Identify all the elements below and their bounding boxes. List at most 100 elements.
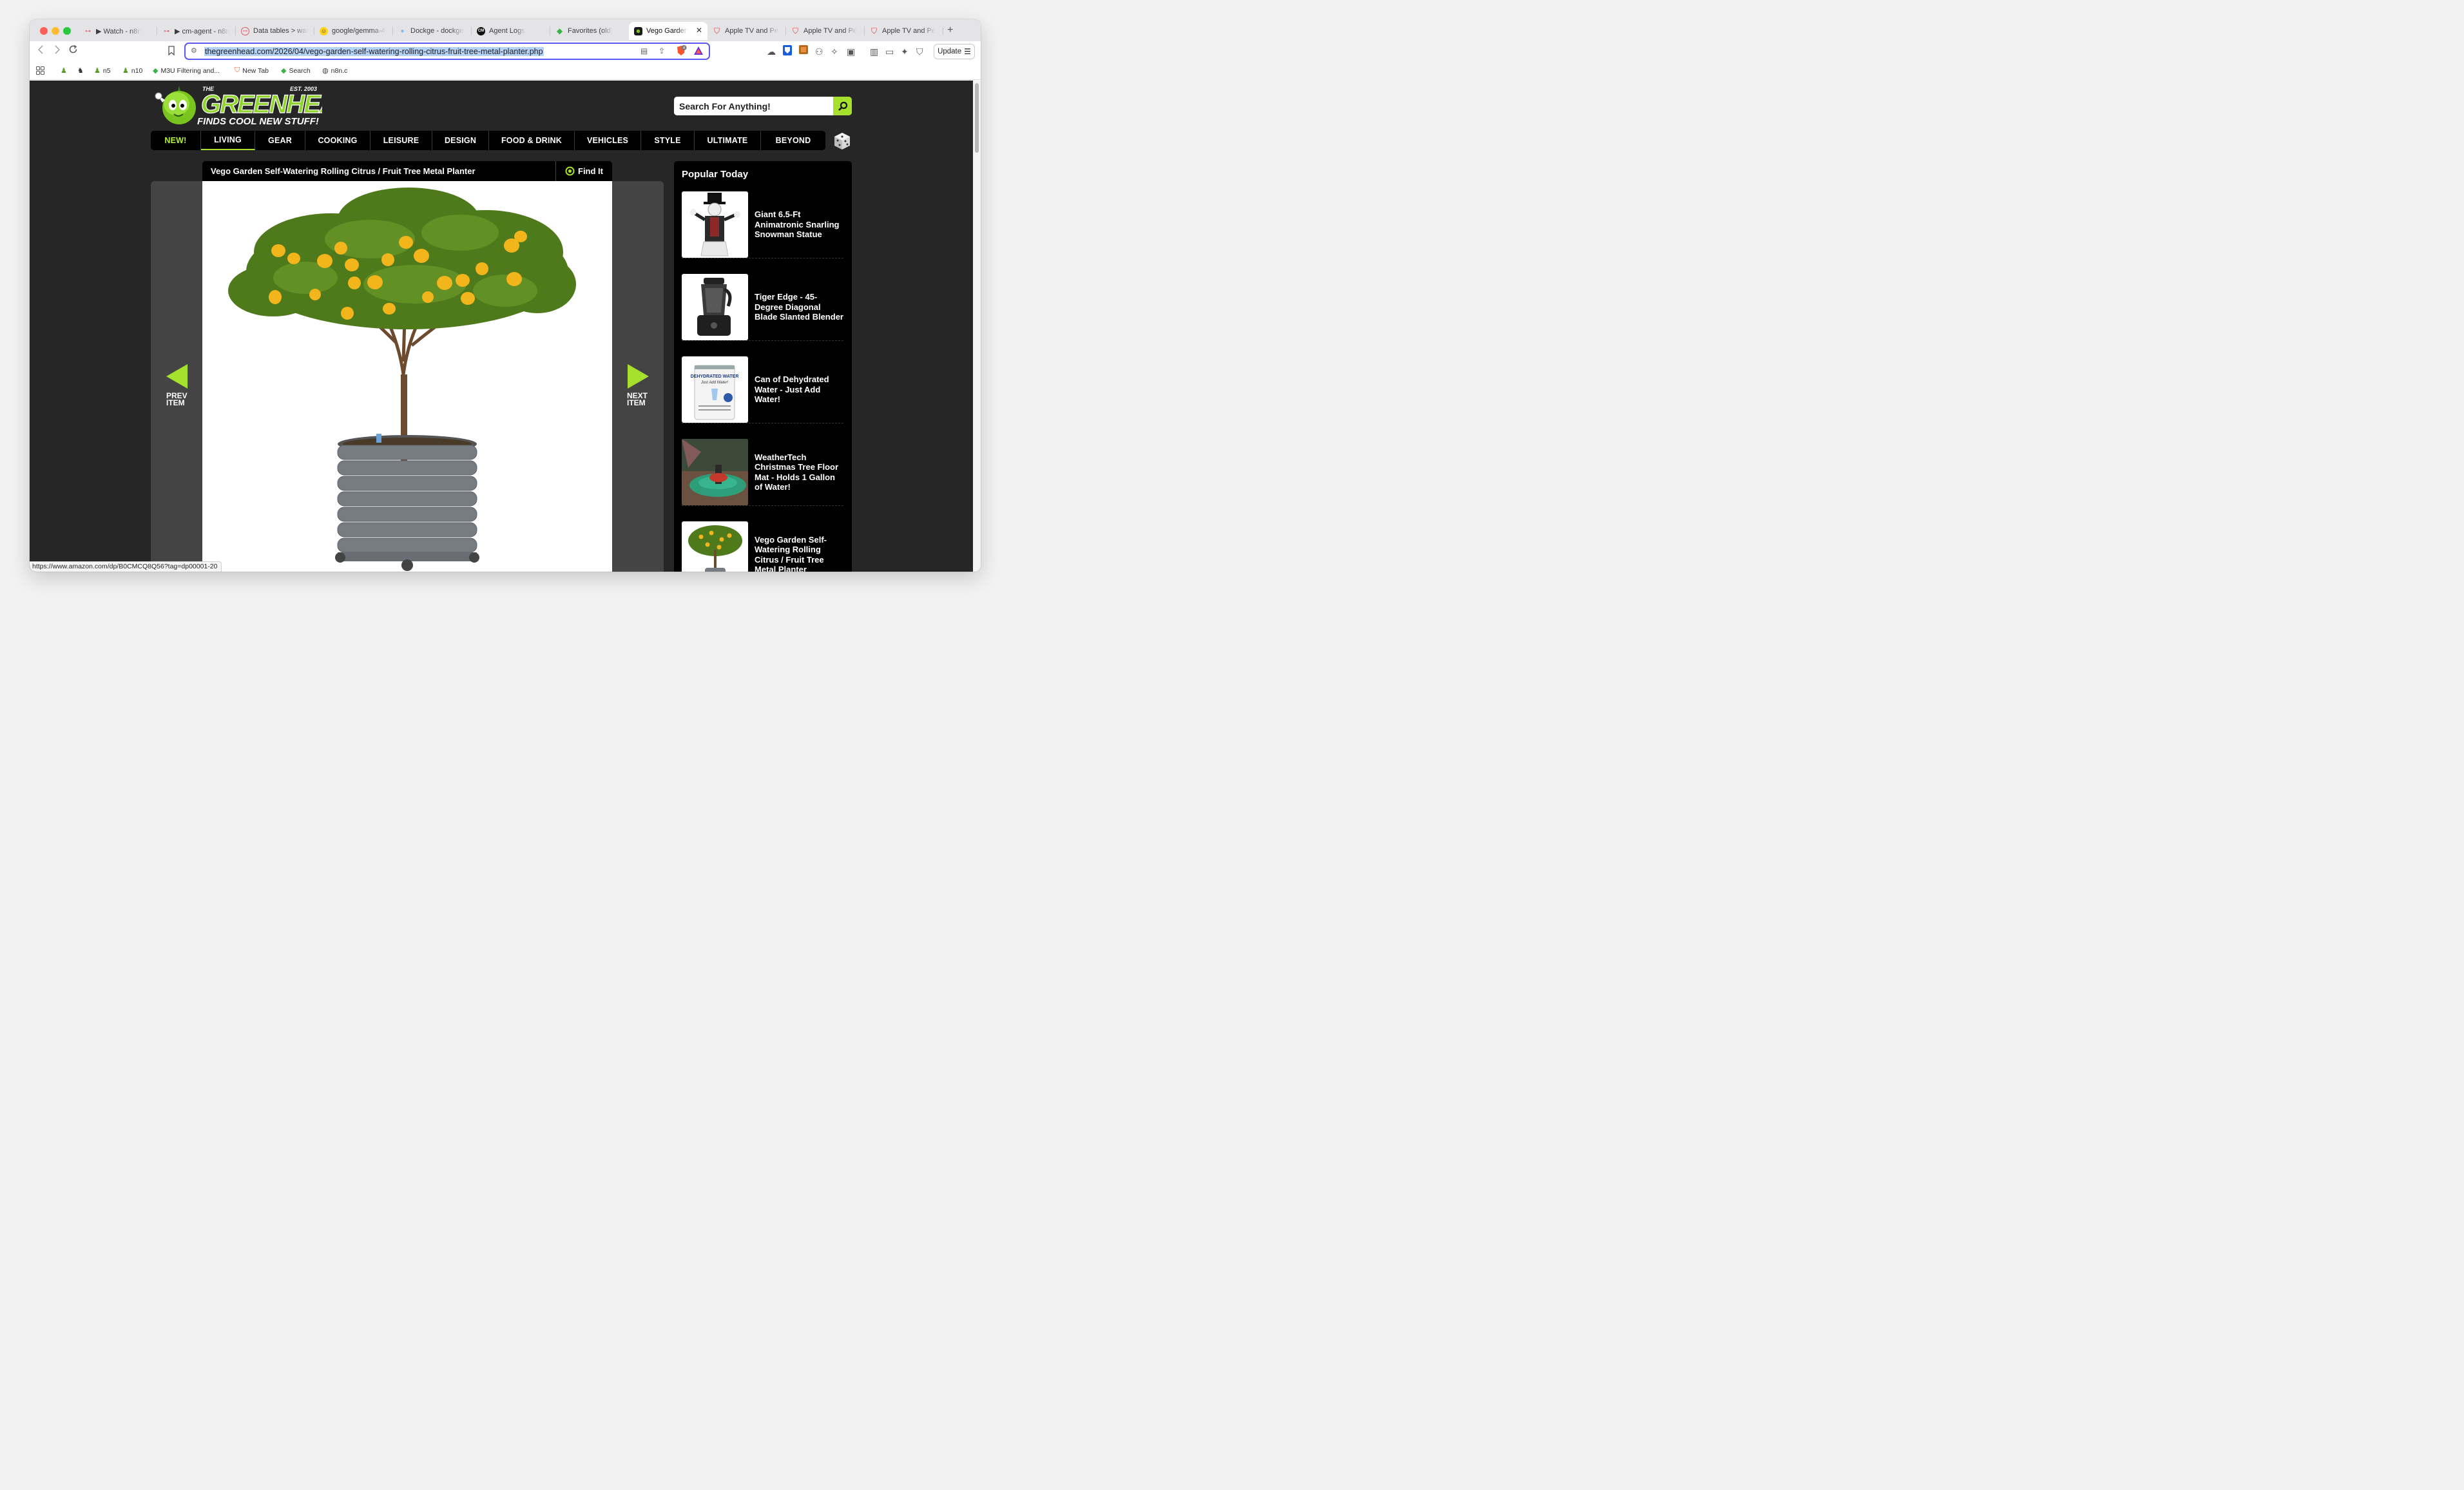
popular-item-title[interactable]: WeatherTech Christmas Tree Floor Mat - H… <box>755 439 843 505</box>
tab-dockge[interactable]: ● Dockge - dockge <box>393 22 472 40</box>
search-icon <box>838 101 847 111</box>
tab-search-icon[interactable]: ▣ <box>847 46 855 57</box>
search-button[interactable] <box>833 97 852 115</box>
site-search <box>674 97 852 115</box>
tab-apple-tv-2[interactable]: ⛉ Apple TV and Pe <box>786 22 865 40</box>
new-tab-button[interactable]: + <box>947 24 953 36</box>
popular-thumbnail-blender[interactable] <box>682 274 748 340</box>
bookmark-n10[interactable]: ♟ n10 <box>122 66 142 75</box>
popular-thumbnail-snowman[interactable] <box>682 191 748 258</box>
product-image[interactable] <box>202 181 612 572</box>
bookmark-n8n[interactable]: ◍ n8n.c <box>322 66 347 75</box>
reader-mode-icon[interactable]: ▤ <box>640 46 648 55</box>
brave-icon: ⛉ <box>235 66 240 74</box>
popular-item-title[interactable]: Can of Dehydrated Water - Just Add Water… <box>755 356 843 423</box>
maximize-window-button[interactable] <box>63 27 71 35</box>
bookmark-n5[interactable]: ♟ n5 <box>94 66 111 75</box>
bookmark-apps[interactable] <box>36 66 44 77</box>
bookmark-chess-2[interactable]: ♞ <box>77 66 84 75</box>
url-text[interactable]: thegreenhead.com/2026/04/vego-garden-sel… <box>204 47 544 56</box>
close-window-button[interactable] <box>40 27 48 35</box>
bitwarden-icon[interactable] <box>783 45 792 57</box>
nav-living[interactable]: LIVING <box>201 131 255 150</box>
shield-icon: ⛉ <box>713 26 720 35</box>
cloud-icon[interactable]: ☁ <box>767 46 776 57</box>
search-input[interactable] <box>674 97 833 115</box>
nav-design[interactable]: DESIGN <box>432 131 489 150</box>
tab-favorites[interactable]: ◆ Favorites (old) <box>550 22 629 40</box>
back-icon[interactable] <box>37 45 45 57</box>
tab-apple-tv-3[interactable]: ⛉ Apple TV and Pe <box>865 22 943 40</box>
nav-new[interactable]: NEW! <box>151 131 201 150</box>
wallet-icon[interactable]: ▭ <box>885 46 894 57</box>
target-icon <box>565 166 575 176</box>
nav-beyond[interactable]: BEYOND <box>761 131 825 150</box>
tab-agent-logs[interactable]: CM Agent Logs <box>472 22 550 40</box>
share-icon[interactable]: ⇪ <box>659 46 665 55</box>
popular-item[interactable]: Giant 6.5-Ft Animatronic Snarling Snowma… <box>682 191 843 258</box>
random-dice-icon[interactable] <box>833 131 852 154</box>
tab-cm-agent[interactable]: ⊶ ▶ cm-agent - n8n <box>157 22 236 40</box>
chess-knight-icon: ♞ <box>77 67 84 75</box>
prev-item-button[interactable]: PREV ITEM <box>166 364 192 407</box>
tab-apple-tv-1[interactable]: ⛉ Apple TV and Pe <box>707 22 786 40</box>
extension-metamask-icon[interactable] <box>799 45 808 56</box>
bookmark-search[interactable]: ◆ Search <box>281 66 311 75</box>
site-settings-icon[interactable]: ⚙ <box>191 46 197 55</box>
hf-icon: ☺ <box>320 26 328 35</box>
tab-watch-n8n[interactable]: ⊶ ▶ Watch - n8n <box>79 22 157 40</box>
popular-item-title[interactable]: Giant 6.5-Ft Animatronic Snarling Snowma… <box>755 191 843 258</box>
popular-item-title[interactable]: Vego Garden Self-Watering Rolling Citrus… <box>755 521 843 572</box>
popular-thumbnail-can[interactable]: DEHYDRATED WATER Just Add Water! <box>682 356 748 423</box>
popular-item[interactable]: Vego Garden Self-Watering Rolling Citrus… <box>682 521 843 572</box>
forward-icon[interactable] <box>53 45 61 57</box>
next-item-button[interactable]: NEXT ITEM <box>627 364 653 407</box>
nav-vehicles[interactable]: VEHICLES <box>575 131 641 150</box>
diamond-icon: ◆ <box>556 26 563 35</box>
nav-cooking[interactable]: COOKING <box>305 131 371 150</box>
reload-icon[interactable] <box>68 44 78 57</box>
bookmark-m3u[interactable]: ◆ M3U Filtering and... <box>153 66 220 75</box>
extensions-puzzle-icon[interactable]: ✧ <box>831 46 838 57</box>
tab-vego-garden[interactable]: ☻ Vego Garden ✕ <box>629 22 707 40</box>
minimize-window-button[interactable] <box>52 27 59 35</box>
popular-thumbnail-tree-mat[interactable] <box>682 439 748 505</box>
tab-strip: ⊶ ▶ Watch - n8n ⊶ ▶ cm-agent - n8n ⊶ Dat… <box>30 19 981 41</box>
popular-item[interactable]: WeatherTech Christmas Tree Floor Mat - H… <box>682 439 843 506</box>
cm-icon: CM <box>477 26 485 35</box>
diamond-icon: ◆ <box>153 67 159 75</box>
nav-ultimate[interactable]: ULTIMATE <box>695 131 761 150</box>
menu-icon: ☰ <box>964 47 971 56</box>
vpn-shield-icon[interactable]: ⛉ <box>916 46 923 57</box>
popular-item[interactable]: DEHYDRATED WATER Just Add Water! Can of … <box>682 356 843 423</box>
robot-icon[interactable]: ⚇ <box>815 46 823 57</box>
nav-food-drink[interactable]: FOOD & DRINK <box>489 131 575 150</box>
bookmarks-bar: ♟ ♞ ♟ n5 ♟ n10 ◆ M3U Filtering and... ⛉ New … <box>30 62 981 80</box>
nav-style[interactable]: STYLE <box>641 131 695 150</box>
chess-pawn-icon: ♟ <box>94 67 101 75</box>
nav-gear[interactable]: GEAR <box>255 131 305 150</box>
brave-shields-icon[interactable]: 4 <box>675 45 687 59</box>
popular-item-title[interactable]: Tiger Edge - 45-Degree Diagonal Blade Sl… <box>755 274 843 340</box>
update-button[interactable]: Update ☰ <box>934 44 975 59</box>
popular-item[interactable]: Tiger Edge - 45-Degree Diagonal Blade Sl… <box>682 274 843 341</box>
nav-leisure[interactable]: LEISURE <box>371 131 432 150</box>
tab-data-tables[interactable]: ⊶ Data tables > wat <box>236 22 314 40</box>
address-bar[interactable]: ⚙ thegreenhead.com/2026/04/vego-garden-s… <box>184 43 710 60</box>
scrollbar-thumb[interactable] <box>975 83 979 153</box>
globe-icon: ◍ <box>322 67 329 75</box>
popular-thumbnail-planter[interactable] <box>682 521 748 572</box>
bookmark-icon[interactable] <box>168 46 175 59</box>
greenhead-logo[interactable]: THE EST. 2003 GREENHEAD FINDS COOL NEW S… <box>149 83 356 127</box>
bookmark-new-tab[interactable]: ⛉ New Tab <box>235 66 269 75</box>
page-scrollbar[interactable] <box>973 81 981 572</box>
bookmark-chess-1[interactable]: ♟ <box>61 66 67 75</box>
close-tab-icon[interactable]: ✕ <box>696 26 702 35</box>
find-it-button[interactable]: Find It <box>555 161 612 181</box>
brave-rewards-icon[interactable] <box>693 46 704 57</box>
sidebar-toggle-icon[interactable]: ▥ <box>870 46 878 57</box>
svg-text:GREENHEAD: GREENHEAD <box>201 90 322 119</box>
leo-ai-icon[interactable]: ✦ <box>901 46 909 57</box>
tab-google-gemma[interactable]: ☺ google/gemma-4 <box>314 22 393 40</box>
article-title-bar: Vego Garden Self-Watering Rolling Citrus… <box>202 161 612 181</box>
